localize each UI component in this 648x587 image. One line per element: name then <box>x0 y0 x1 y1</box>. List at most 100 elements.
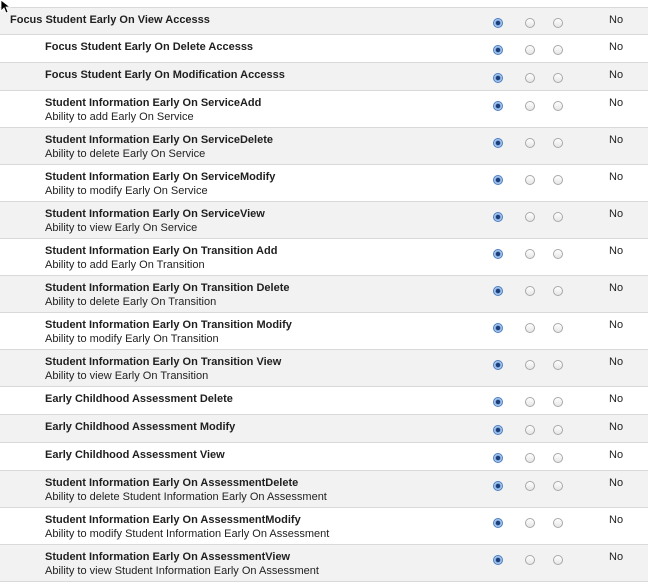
permission-row: Student Information Early On Transition … <box>0 350 648 387</box>
radio-empty-icon[interactable] <box>553 453 563 463</box>
radio-empty-icon[interactable] <box>553 101 563 111</box>
permission-value: No <box>609 393 624 405</box>
permission-description: Ability to delete Student Information Ea… <box>45 491 327 503</box>
radio-empty-icon[interactable] <box>553 249 563 259</box>
radio-empty-icon[interactable] <box>525 397 535 407</box>
permission-value: No <box>609 245 624 257</box>
permission-title: Student Information Early On ServiceDele… <box>45 134 274 146</box>
radio-checked-icon[interactable] <box>493 18 503 28</box>
radio-empty-icon[interactable] <box>553 286 563 296</box>
radio-checked-icon[interactable] <box>493 397 503 407</box>
permission-title: Early Childhood Assessment Delete <box>45 393 233 405</box>
radio-empty-icon[interactable] <box>553 360 563 370</box>
permission-row: Student Information Early On ServiceView… <box>0 202 648 239</box>
permission-row: Student Information Early On AssessmentV… <box>0 545 648 582</box>
permission-title: Student Information Early On Transition … <box>45 319 292 331</box>
permission-description: Ability to view Student Information Earl… <box>45 565 319 577</box>
radio-empty-icon[interactable] <box>553 518 563 528</box>
permission-value: No <box>609 69 624 81</box>
radio-checked-icon[interactable] <box>493 555 503 565</box>
radio-checked-icon[interactable] <box>493 138 503 148</box>
permission-label: Student Information Early On ServiceModi… <box>45 170 475 198</box>
radio-empty-icon[interactable] <box>525 212 535 222</box>
radio-checked-icon[interactable] <box>493 425 503 435</box>
permission-label: Focus Student Early On Modification Acce… <box>45 68 475 82</box>
permission-row: Student Information Early On Transition … <box>0 313 648 350</box>
radio-empty-icon[interactable] <box>525 249 535 259</box>
permission-row: Student Information Early On Transition … <box>0 276 648 313</box>
permission-row: Early Childhood Assessment View No <box>0 443 648 471</box>
permission-row: Student Information Early On Transition … <box>0 239 648 276</box>
permission-title: Student Information Early On AssessmentD… <box>45 477 299 489</box>
radio-checked-icon[interactable] <box>493 360 503 370</box>
permission-label: Early Childhood Assessment View <box>45 448 475 462</box>
permission-title: Focus Student Early On Modification Acce… <box>45 69 285 81</box>
radio-empty-icon[interactable] <box>553 397 563 407</box>
radio-empty-icon[interactable] <box>553 555 563 565</box>
permission-title: Student Information Early On Transition … <box>45 282 290 294</box>
permission-label: Student Information Early On Transition … <box>45 244 475 272</box>
permission-label: Student Information Early On AssessmentV… <box>45 550 475 578</box>
permission-label: Early Childhood Assessment Delete <box>45 392 475 406</box>
radio-empty-icon[interactable] <box>553 175 563 185</box>
radio-empty-icon[interactable] <box>525 175 535 185</box>
radio-empty-icon[interactable] <box>525 18 535 28</box>
permission-value: No <box>609 319 624 331</box>
permission-description: Ability to modify Student Information Ea… <box>45 528 330 540</box>
radio-checked-icon[interactable] <box>493 73 503 83</box>
permission-label: Student Information Early On Transition … <box>45 281 475 309</box>
permission-description: Ability to delete Early On Transition <box>45 296 217 308</box>
radio-empty-icon[interactable] <box>525 555 535 565</box>
radio-empty-icon[interactable] <box>525 138 535 148</box>
radio-empty-icon[interactable] <box>525 323 535 333</box>
permission-title: Early Childhood Assessment View <box>45 449 225 461</box>
radio-checked-icon[interactable] <box>493 453 503 463</box>
permission-description: Ability to view Early On Service <box>45 222 198 234</box>
permission-value: No <box>609 208 624 220</box>
permission-description: Ability to modify Early On Service <box>45 185 208 197</box>
permission-title: Focus Student Early On Delete Accesss <box>45 41 254 53</box>
radio-empty-icon[interactable] <box>553 45 563 55</box>
radio-empty-icon[interactable] <box>553 212 563 222</box>
radio-empty-icon[interactable] <box>525 360 535 370</box>
radio-empty-icon[interactable] <box>553 481 563 491</box>
radio-checked-icon[interactable] <box>493 212 503 222</box>
permission-row: Focus Student Early On Delete Accesss No <box>0 35 648 63</box>
radio-checked-icon[interactable] <box>493 323 503 333</box>
radio-empty-icon[interactable] <box>525 286 535 296</box>
radio-checked-icon[interactable] <box>493 249 503 259</box>
radio-empty-icon[interactable] <box>553 138 563 148</box>
radio-empty-icon[interactable] <box>553 73 563 83</box>
permission-value: No <box>609 477 624 489</box>
permission-value: No <box>609 14 624 26</box>
radio-checked-icon[interactable] <box>493 101 503 111</box>
radio-empty-icon[interactable] <box>525 453 535 463</box>
radio-empty-icon[interactable] <box>553 323 563 333</box>
permission-title: Early Childhood Assessment Modify <box>45 421 236 433</box>
permission-title: Student Information Early On ServiceAdd <box>45 97 262 109</box>
radio-empty-icon[interactable] <box>553 425 563 435</box>
radio-empty-icon[interactable] <box>553 18 563 28</box>
permission-value: No <box>609 134 624 146</box>
radio-checked-icon[interactable] <box>493 518 503 528</box>
radio-checked-icon[interactable] <box>493 45 503 55</box>
permission-row: Student Information Early On AssessmentD… <box>0 471 648 508</box>
radio-checked-icon[interactable] <box>493 175 503 185</box>
permission-label: Focus Student Early On Delete Accesss <box>45 40 475 54</box>
permission-description: Ability to modify Early On Transition <box>45 333 219 345</box>
permission-label: Student Information Early On AssessmentM… <box>45 513 475 541</box>
permission-row: Focus Student Early On View Accesss No <box>0 7 648 35</box>
radio-empty-icon[interactable] <box>525 73 535 83</box>
radio-checked-icon[interactable] <box>493 286 503 296</box>
permission-description: Ability to view Early On Transition <box>45 370 209 382</box>
radio-empty-icon[interactable] <box>525 45 535 55</box>
mouse-pointer-icon <box>0 0 12 14</box>
permission-title: Student Information Early On ServiceView <box>45 208 265 220</box>
radio-empty-icon[interactable] <box>525 518 535 528</box>
radio-empty-icon[interactable] <box>525 101 535 111</box>
radio-empty-icon[interactable] <box>525 481 535 491</box>
permission-description: Ability to delete Early On Service <box>45 148 206 160</box>
radio-empty-icon[interactable] <box>525 425 535 435</box>
permission-value: No <box>609 282 624 294</box>
radio-checked-icon[interactable] <box>493 481 503 491</box>
